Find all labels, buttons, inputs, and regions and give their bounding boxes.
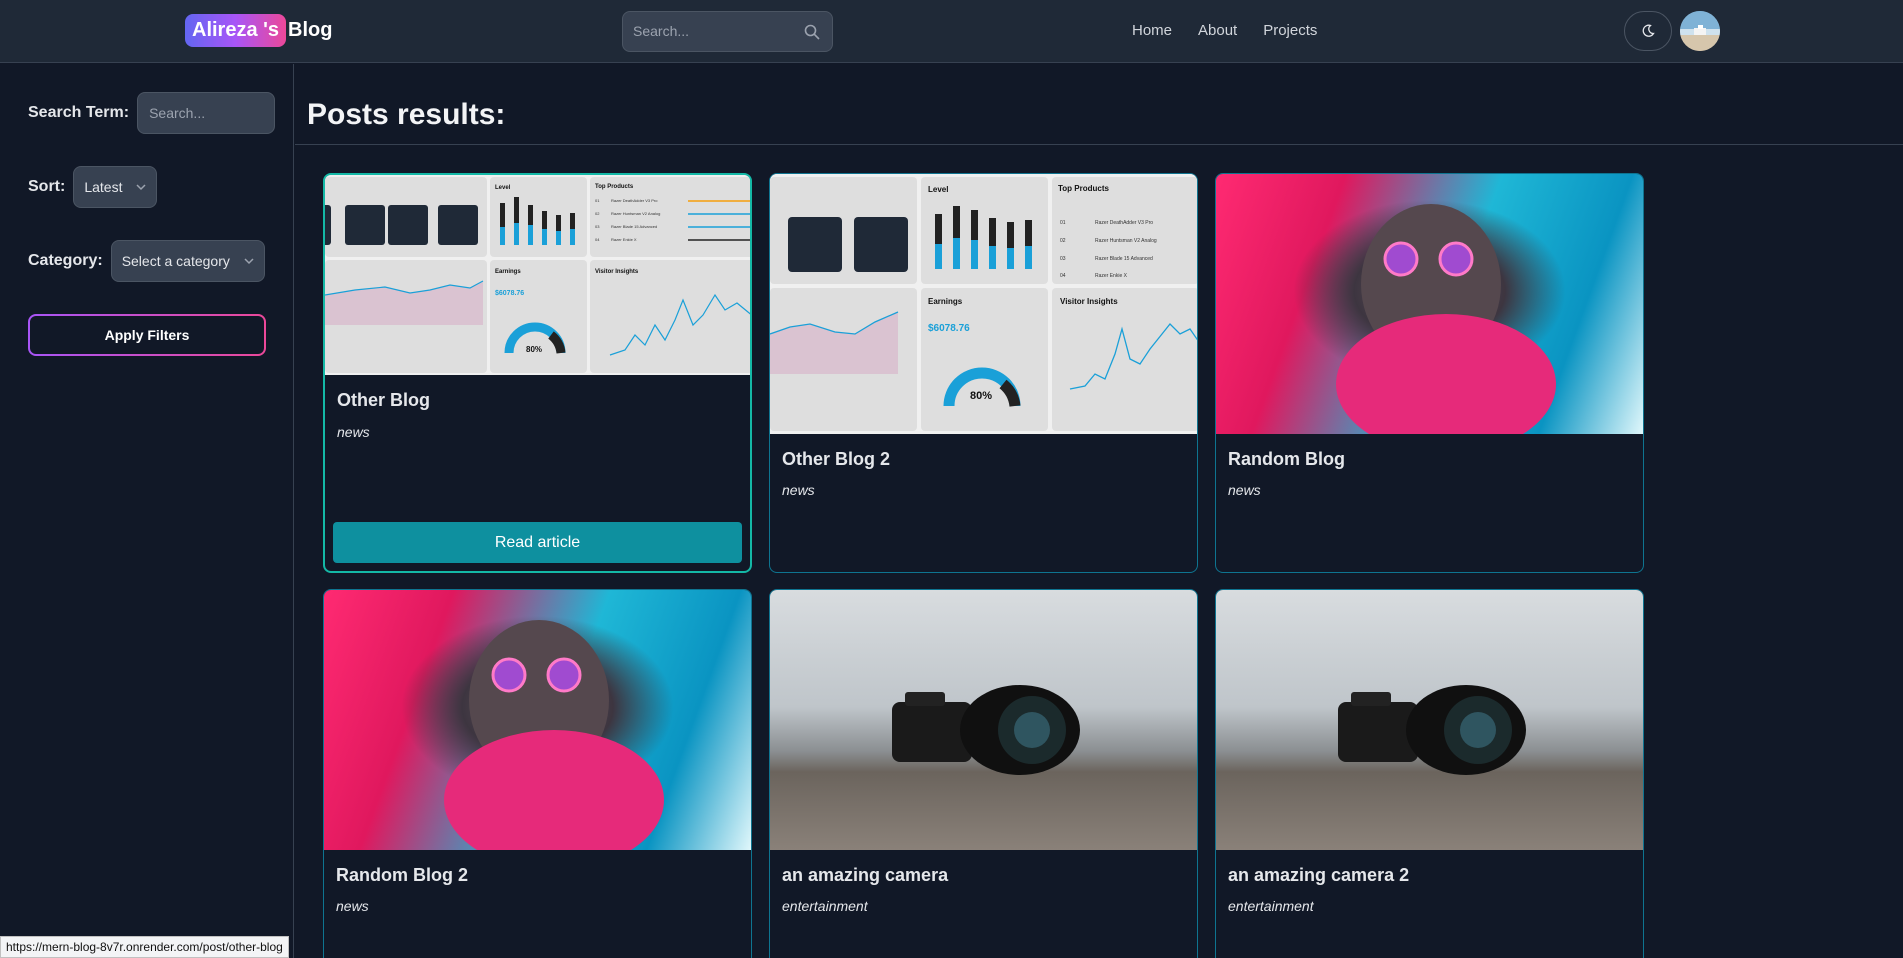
earnings-label: Earnings [928, 297, 963, 306]
post-image[interactable] [770, 590, 1197, 850]
post-image[interactable] [1216, 174, 1643, 434]
sort-label: Sort: [28, 178, 66, 195]
post-image[interactable]: Level Top Products 01 Razer DeathAdder V3… [325, 175, 750, 375]
top-products-label: Top Products [1058, 184, 1110, 193]
earnings-label: Earnings [495, 269, 521, 275]
post-title[interactable]: Other Blog [337, 390, 430, 411]
nav-search-input[interactable] [633, 23, 793, 39]
post-category: entertainment [782, 898, 868, 914]
product-name: Razer Huntsman V2 Analog [1095, 238, 1157, 244]
nav-link-home[interactable]: Home [1132, 22, 1172, 39]
dashboard-thumbnail: Level Top Products 01 Razer DeathAdder V3… [325, 175, 750, 375]
product-id: 01 [595, 198, 600, 203]
earnings-value: $6078.76 [495, 290, 524, 297]
product-name: Razer Enkie X [1095, 273, 1128, 279]
camera-photo [1338, 685, 1526, 775]
post-category: news [336, 898, 369, 914]
search-term-label: Search Term: [28, 104, 130, 121]
post-image[interactable] [324, 590, 751, 850]
chevron-down-icon [244, 258, 254, 265]
search-term-row: Search Term: Search... [28, 92, 276, 134]
gauge-value: 80% [970, 390, 992, 402]
page-title: Posts results: [307, 98, 506, 131]
link-status-bar: https://mern-blog-8v7r.onrender.com/post… [0, 936, 289, 958]
top-products-label: Top Products [595, 184, 634, 190]
nav-link-about[interactable]: About [1198, 22, 1237, 39]
site-logo[interactable]: Alireza 's Blog [185, 14, 332, 47]
nav-link-projects[interactable]: Projects [1263, 22, 1317, 39]
visitor-label: Visitor Insights [1060, 297, 1118, 306]
search-icon[interactable] [804, 24, 820, 40]
post-card[interactable]: an amazing camera 2 entertainment [1215, 589, 1644, 958]
category-select-value: Select a category [121, 253, 230, 269]
level-label: Level [928, 185, 948, 194]
product-id: 03 [1060, 256, 1066, 262]
product-id: 04 [595, 237, 600, 242]
post-card[interactable]: Random Blog 2 news [323, 589, 752, 958]
filter-sidebar: Search Term: Search... Sort: Latest Cate… [0, 64, 294, 958]
post-card[interactable]: Level Top Products 01 Razer DeathAdder V3… [323, 173, 752, 573]
product-id: 04 [1060, 273, 1066, 279]
product-id: 03 [595, 224, 600, 229]
product-name: Razer DeathAdder V3 Pro [1095, 220, 1153, 226]
logo-badge: Alireza 's [185, 14, 287, 47]
theme-toggle-button[interactable] [1624, 11, 1672, 51]
dashboard-thumbnail: Level Top Products 01 Razer DeathAdder V3… [770, 174, 1197, 434]
sort-select-value: Latest [84, 179, 123, 195]
product-name: Razer Enkie X [611, 237, 637, 242]
post-card[interactable]: Random Blog news [1215, 173, 1644, 573]
post-card[interactable]: Level Top Products 01 Razer DeathAdder V3… [769, 173, 1198, 573]
product-name: Razer Blade 15 Advanced [611, 224, 657, 229]
post-title[interactable]: an amazing camera 2 [1228, 865, 1409, 886]
product-id: 01 [1060, 220, 1066, 226]
product-name: Razer DeathAdder V3 Pro [611, 198, 658, 203]
avatar-image [1680, 11, 1720, 51]
moon-icon [1642, 24, 1655, 37]
post-title[interactable]: Random Blog 2 [336, 865, 468, 886]
post-card[interactable]: an amazing camera entertainment [769, 589, 1198, 958]
logo-suffix: Blog [288, 19, 333, 41]
cat-photo [444, 620, 664, 850]
post-title[interactable]: Other Blog 2 [782, 449, 890, 470]
post-image[interactable]: Level Top Products 01 Razer DeathAdder V3… [770, 174, 1197, 434]
nav-links: Home About Projects [1132, 22, 1317, 39]
product-name: Razer Blade 15 Advanced [1095, 256, 1153, 262]
level-label: Level [495, 185, 511, 191]
read-article-button[interactable]: Read article [333, 522, 742, 563]
nav-search-box [622, 11, 833, 52]
sort-row: Sort: Latest [28, 166, 158, 208]
visitor-label: Visitor Insights [595, 269, 639, 275]
product-id: 02 [1060, 238, 1066, 244]
user-avatar[interactable] [1680, 11, 1720, 51]
camera-photo [892, 685, 1080, 775]
category-label: Category: [28, 252, 103, 269]
apply-filters-button[interactable]: Apply Filters [28, 314, 266, 356]
post-category: news [782, 482, 815, 498]
gauge-value: 80% [526, 345, 542, 354]
cat-photo [1336, 204, 1556, 434]
category-row: Category: Select a category [28, 240, 265, 282]
chevron-down-icon [136, 184, 146, 191]
earnings-value: $6078.76 [928, 323, 970, 334]
title-divider [295, 144, 1903, 145]
post-category: news [337, 424, 370, 440]
post-image[interactable] [1216, 590, 1643, 850]
category-select[interactable]: Select a category [110, 240, 265, 282]
search-term-input[interactable]: Search... [137, 92, 276, 134]
post-category: news [1228, 482, 1261, 498]
navbar: Alireza 's Blog Home About Projects [0, 0, 1903, 63]
post-title[interactable]: Random Blog [1228, 449, 1345, 470]
post-title[interactable]: an amazing camera [782, 865, 948, 886]
post-category: entertainment [1228, 898, 1314, 914]
product-name: Razer Huntsman V2 Analog [611, 211, 660, 216]
product-id: 02 [595, 211, 600, 216]
sort-select[interactable]: Latest [73, 166, 158, 208]
